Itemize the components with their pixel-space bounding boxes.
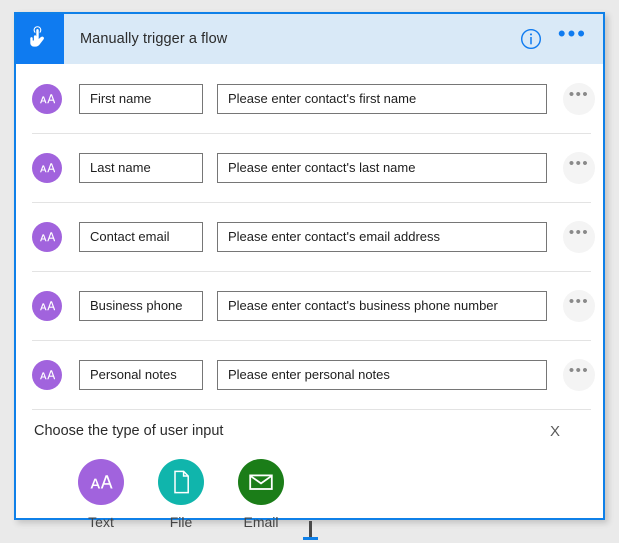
- flow-connector-tip: [303, 537, 318, 540]
- input-type-picker: Choose the type of user input X Text Fil…: [16, 409, 603, 530]
- field-description-input[interactable]: Please enter contact's business phone nu…: [217, 290, 547, 321]
- flow-trigger-card: Manually trigger a flow ••• First name P…: [14, 12, 605, 530]
- field-description-value: Please enter contact's last name: [228, 160, 416, 175]
- field-row: Business phone Please enter contact's bu…: [16, 271, 603, 340]
- picker-title: Choose the type of user input: [34, 423, 224, 439]
- text-type-icon: [32, 359, 62, 390]
- field-name-input[interactable]: Business phone: [79, 290, 203, 321]
- field-name-value: Last name: [90, 160, 151, 175]
- field-row: Last name Please enter contact's last na…: [16, 133, 603, 202]
- card-title: Manually trigger a flow: [80, 31, 228, 47]
- field-row: Contact email Please enter contact's ema…: [16, 202, 603, 271]
- field-row: First name Please enter contact's first …: [16, 64, 603, 133]
- input-type-option-file[interactable]: File: [141, 459, 221, 530]
- field-description-value: Please enter contact's business phone nu…: [228, 298, 498, 313]
- field-description-value: Please enter personal notes: [228, 367, 390, 382]
- input-type-label: Text: [88, 514, 114, 530]
- field-menu-button[interactable]: •••: [563, 358, 595, 391]
- field-menu-button[interactable]: •••: [563, 151, 595, 184]
- field-row: Personal notes Please enter personal not…: [16, 340, 603, 409]
- text-type-icon: [32, 152, 62, 183]
- info-circle-icon[interactable]: [520, 28, 542, 50]
- document-icon: [158, 459, 204, 505]
- field-name-input[interactable]: Contact email: [79, 221, 203, 252]
- text-type-icon: [32, 290, 62, 321]
- field-name-input[interactable]: First name: [79, 83, 203, 114]
- field-description-input[interactable]: Please enter contact's email address: [217, 221, 547, 252]
- field-description-input[interactable]: Please enter personal notes: [217, 359, 547, 390]
- field-description-value: Please enter contact's first name: [228, 91, 417, 106]
- ellipsis-icon[interactable]: •••: [558, 23, 587, 49]
- field-name-value: Business phone: [90, 298, 183, 313]
- text-type-icon: [32, 221, 62, 252]
- field-description-value: Please enter contact's email address: [228, 229, 441, 244]
- text-aa-icon: [78, 459, 124, 505]
- flow-connector-line: [309, 521, 312, 537]
- input-type-label: File: [169, 514, 193, 530]
- field-name-input[interactable]: Personal notes: [79, 359, 203, 390]
- field-name-value: First name: [90, 91, 152, 106]
- text-type-icon: [32, 83, 62, 114]
- close-icon[interactable]: X: [550, 423, 560, 440]
- input-type-option-email[interactable]: Email: [221, 459, 301, 530]
- field-list: First name Please enter contact's first …: [16, 64, 603, 409]
- field-menu-button[interactable]: •••: [563, 289, 595, 322]
- field-menu-button[interactable]: •••: [563, 220, 595, 253]
- field-name-value: Personal notes: [90, 367, 177, 382]
- input-type-label: Email: [243, 514, 279, 530]
- picker-options: Text File Email: [32, 453, 587, 530]
- card-header: Manually trigger a flow •••: [16, 14, 603, 64]
- picker-header: Choose the type of user input X: [32, 409, 587, 453]
- field-description-input[interactable]: Please enter contact's first name: [217, 83, 547, 114]
- field-description-input[interactable]: Please enter contact's last name: [217, 152, 547, 183]
- field-name-input[interactable]: Last name: [79, 152, 203, 183]
- input-type-option-text[interactable]: Text: [61, 459, 141, 530]
- field-name-value: Contact email: [90, 229, 170, 244]
- envelope-icon: [238, 459, 284, 505]
- field-menu-button[interactable]: •••: [563, 82, 595, 115]
- hand-tap-icon: [16, 14, 64, 64]
